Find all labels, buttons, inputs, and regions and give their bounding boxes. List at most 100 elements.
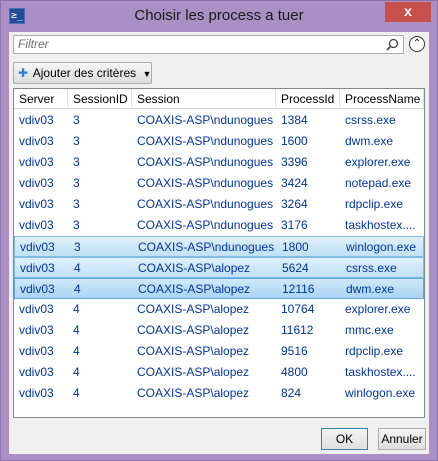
cell-processid: 9516 (281, 344, 308, 358)
chevron-up-circle-icon[interactable]: ⌃ (409, 36, 425, 52)
column-header-server[interactable]: Server (14, 89, 68, 109)
cell-sessionid: 3 (73, 176, 80, 190)
cell-processid: 12116 (282, 282, 315, 296)
table-row[interactable]: vdiv03 3 COAXIS-ASP\ndunogues 3396 explorer.… (14, 152, 424, 173)
window-title: Choisir les process a tuer (134, 7, 304, 24)
search-icon[interactable] (386, 38, 399, 51)
cell-server: vdiv03 (19, 197, 54, 211)
cell-server: vdiv03 (20, 261, 55, 275)
cell-processid: 824 (281, 386, 302, 400)
cell-processname: winlogon.exe (346, 240, 417, 254)
table-row[interactable]: vdiv03 4 COAXIS-ASP\alopez 10764 explorer.ex… (14, 299, 424, 320)
cell-processname: explorer.exe (345, 302, 411, 316)
cell-processname: rdpclip.exe (345, 344, 404, 358)
cell-server: vdiv03 (19, 323, 54, 337)
cell-server: vdiv03 (19, 155, 54, 169)
table-row[interactable]: vdiv03 4 COAXIS-ASP\alopez 4800 taskhostex..… (14, 362, 424, 383)
cell-session: COAXIS-ASP\alopez (138, 282, 251, 296)
table-row[interactable]: vdiv03 3 COAXIS-ASP\ndunogues 1384 csrss.exe (14, 110, 424, 131)
cell-session: COAXIS-ASP\ndunogues (137, 197, 274, 211)
cell-session: COAXIS-ASP\ndunogues (137, 218, 274, 232)
cell-processid: 1600 (281, 134, 308, 148)
cell-processid: 10764 (281, 302, 315, 316)
table-row[interactable]: vdiv03 3 COAXIS-ASP\ndunogues 1800 winlogon.… (14, 236, 424, 257)
column-header-processname[interactable]: ProcessName (340, 89, 424, 109)
column-header-session[interactable]: Session (132, 89, 276, 109)
dialog-client-area: Filtrer ⌃ ✚ Ajouter des critères ▼ Serve… (9, 32, 429, 454)
cell-server: vdiv03 (19, 386, 54, 400)
cell-sessionid: 4 (74, 282, 81, 296)
caret-down-icon: ▼ (142, 69, 152, 79)
cell-session: COAXIS-ASP\alopez (137, 323, 250, 337)
table-row[interactable]: vdiv03 3 COAXIS-ASP\ndunogues 3424 notepad.e… (14, 173, 424, 194)
table-row[interactable]: vdiv03 3 COAXIS-ASP\ndunogues 3176 taskhoste… (14, 215, 424, 236)
cell-processid: 1384 (281, 113, 308, 127)
cancel-button[interactable]: Annuler (378, 428, 426, 450)
cell-processid: 5624 (282, 261, 309, 275)
cell-processname: mmc.exe (345, 323, 394, 337)
cell-processname: explorer.exe (345, 155, 411, 169)
cell-processname: dwm.exe (346, 282, 395, 296)
table-row[interactable]: vdiv03 4 COAXIS-ASP\alopez 5624 csrss.exe (14, 257, 424, 278)
table-row[interactable]: vdiv03 4 COAXIS-ASP\alopez 12116 dwm.exe (14, 278, 424, 299)
cell-processid: 3176 (281, 218, 308, 232)
table-row[interactable]: vdiv03 4 COAXIS-ASP\alopez 11612 mmc.exe (14, 320, 424, 341)
cell-processname: taskhostex.... (345, 218, 416, 232)
grid-header: Server SessionID Session ProcessId Proce… (14, 89, 424, 109)
cell-server: vdiv03 (19, 218, 54, 232)
cell-server: vdiv03 (19, 302, 54, 316)
cell-server: vdiv03 (20, 240, 55, 254)
cell-sessionid: 3 (73, 197, 80, 211)
cell-processid: 3264 (281, 197, 308, 211)
title-bar[interactable]: ≥_ Choisir les process a tuer x (1, 1, 437, 31)
table-row[interactable]: vdiv03 4 COAXIS-ASP\alopez 9516 rdpclip.exe (14, 341, 424, 362)
cell-session: COAXIS-ASP\ndunogues (137, 176, 274, 190)
cell-session: COAXIS-ASP\alopez (138, 261, 251, 275)
ok-button[interactable]: OK (321, 428, 368, 450)
cell-server: vdiv03 (19, 134, 54, 148)
cell-sessionid: 3 (73, 134, 80, 148)
cell-processid: 3396 (281, 155, 308, 169)
cell-processid: 1800 (282, 240, 309, 254)
cell-processname: csrss.exe (345, 113, 396, 127)
dialog-window: ≥_ Choisir les process a tuer x Filtrer … (0, 0, 438, 461)
close-button[interactable]: x (385, 2, 431, 22)
plus-icon: ✚ (18, 66, 29, 80)
cell-processname: winlogon.exe (345, 386, 416, 400)
cell-sessionid: 4 (74, 261, 81, 275)
cell-sessionid: 3 (73, 155, 80, 169)
column-header-processid[interactable]: ProcessId (276, 89, 340, 109)
table-row[interactable]: vdiv03 3 COAXIS-ASP\ndunogues 3264 rdpclip.e… (14, 194, 424, 215)
cell-sessionid: 4 (73, 386, 80, 400)
cell-session: COAXIS-ASP\ndunogues (138, 240, 275, 254)
filter-placeholder: Filtrer (18, 37, 49, 51)
cell-processname: taskhostex.... (345, 365, 416, 379)
process-grid[interactable]: Server SessionID Session ProcessId Proce… (13, 88, 425, 418)
cell-sessionid: 4 (73, 365, 80, 379)
cell-session: COAXIS-ASP\ndunogues (137, 155, 274, 169)
cell-sessionid: 4 (73, 344, 80, 358)
table-row[interactable]: vdiv03 4 COAXIS-ASP\alopez 824 winlogon.exe (14, 383, 424, 404)
add-criteria-button[interactable]: ✚ Ajouter des critères ▼ (13, 62, 152, 84)
cell-session: COAXIS-ASP\alopez (137, 302, 250, 316)
cell-server: vdiv03 (19, 176, 54, 190)
cell-sessionid: 3 (74, 240, 81, 254)
cell-session: COAXIS-ASP\alopez (137, 344, 250, 358)
table-row[interactable]: vdiv03 3 COAXIS-ASP\ndunogues 1600 dwm.exe (14, 131, 424, 152)
cell-sessionid: 4 (73, 302, 80, 316)
cell-processname: notepad.exe (345, 176, 412, 190)
cell-processname: rdpclip.exe (345, 197, 404, 211)
cell-processid: 11612 (281, 323, 314, 337)
cell-sessionid: 3 (73, 113, 80, 127)
cell-sessionid: 3 (73, 218, 80, 232)
cell-session: COAXIS-ASP\ndunogues (137, 113, 274, 127)
cell-processid: 3424 (281, 176, 308, 190)
filter-input[interactable]: Filtrer (13, 35, 404, 54)
cell-session: COAXIS-ASP\alopez (137, 365, 250, 379)
cell-processid: 4800 (281, 365, 308, 379)
cell-server: vdiv03 (19, 365, 54, 379)
cell-processname: csrss.exe (346, 261, 397, 275)
cell-sessionid: 4 (73, 323, 80, 337)
cell-processname: dwm.exe (345, 134, 394, 148)
column-header-sessionid[interactable]: SessionID (68, 89, 132, 109)
